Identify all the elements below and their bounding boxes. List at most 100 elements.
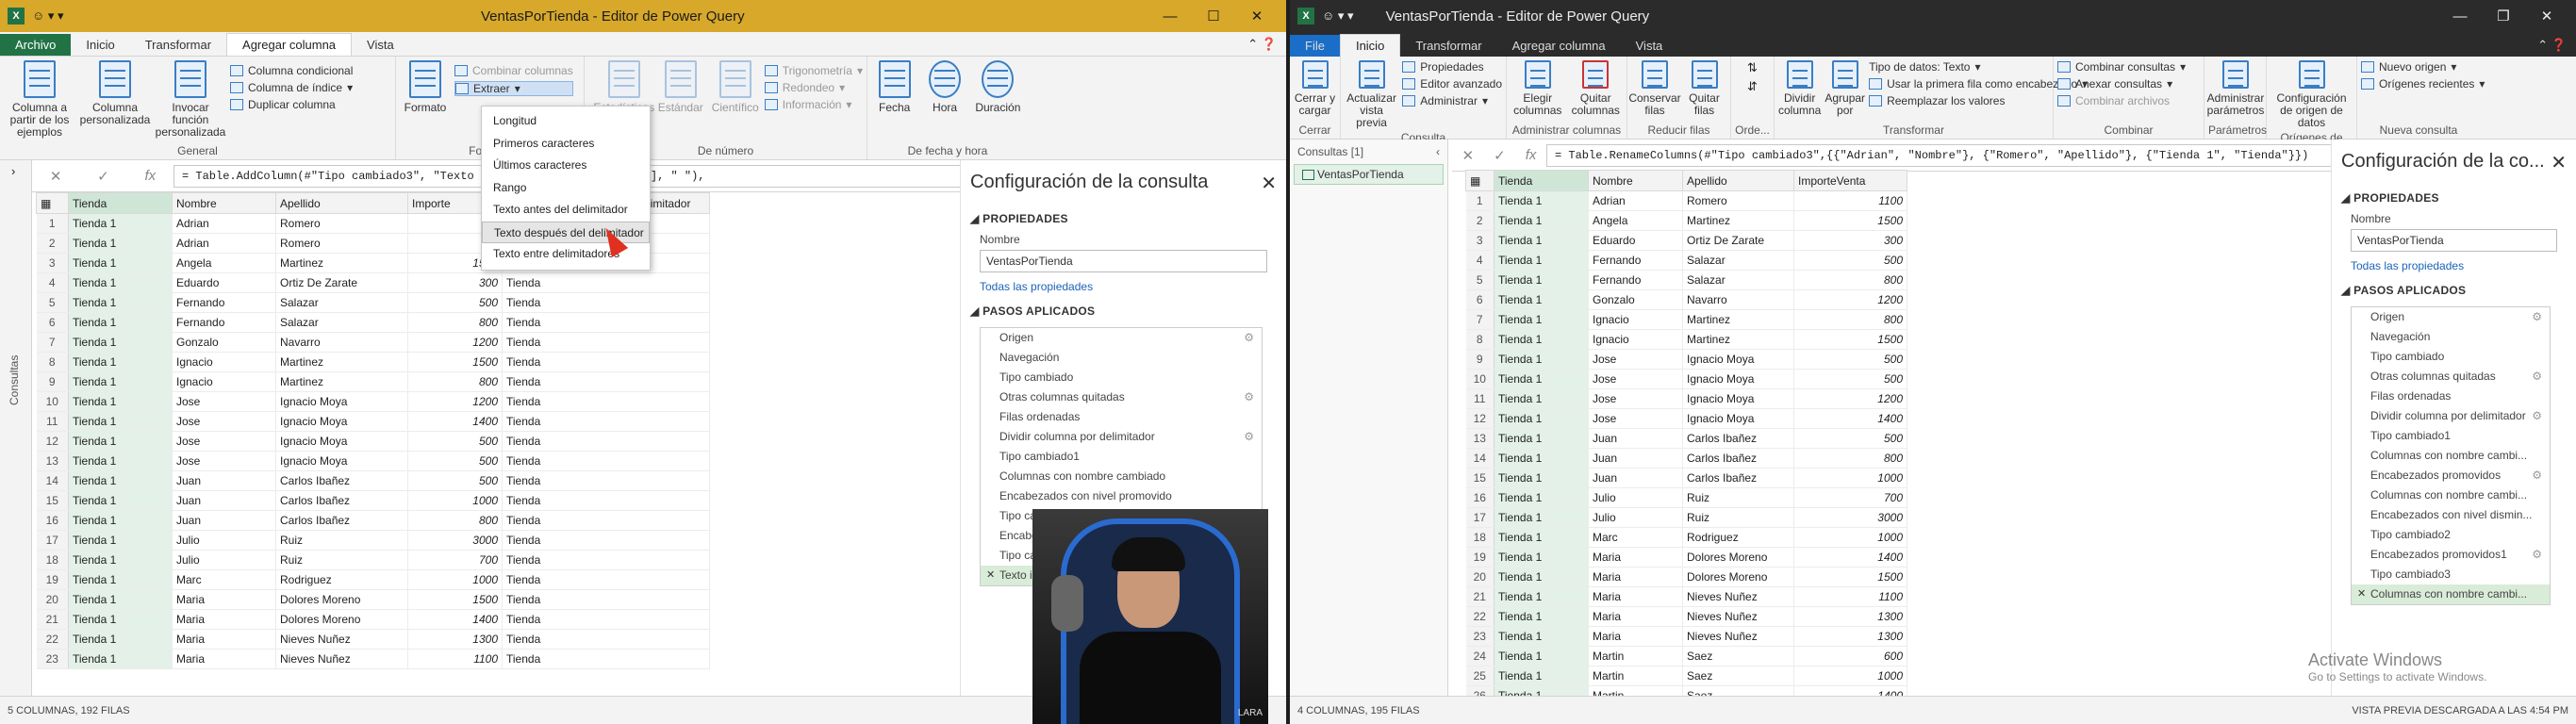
table-cell[interactable]: Nieves Nuñez (1682, 606, 1794, 627)
help-icon[interactable]: ⌃ ❓ (2528, 34, 2576, 57)
table-cell[interactable]: Julio (1588, 507, 1683, 528)
refresh-preview-button[interactable]: Actualizar vista previa (1345, 60, 1398, 129)
confirm-formula-icon[interactable]: ✓ (1494, 147, 1506, 164)
all-properties-link[interactable]: Todas las propiedades (961, 274, 1286, 299)
table-cell[interactable]: 1200 (407, 332, 503, 353)
applied-step[interactable]: Dividir columna por delimitador ⚙ (2352, 406, 2550, 426)
table-cell[interactable]: Marc (172, 569, 276, 590)
keep-rows-button[interactable]: Conservar filas (1628, 60, 1681, 122)
table-cell[interactable]: Tienda 1 (68, 411, 173, 432)
row-number[interactable]: 5 (36, 292, 69, 313)
extract-menu-item[interactable]: Rango (482, 177, 650, 200)
table-cell[interactable]: Tienda 1 (68, 470, 173, 491)
minimize-icon[interactable]: — (2438, 8, 2482, 25)
table-cell[interactable]: Tienda 1 (68, 550, 173, 570)
table-cell[interactable]: Adrian (172, 233, 276, 254)
row-number[interactable]: 8 (1465, 329, 1494, 350)
table-cell[interactable]: Saez (1682, 646, 1794, 666)
table-cell[interactable]: Tienda (502, 312, 710, 333)
row-number[interactable]: 23 (36, 649, 69, 669)
row-number[interactable]: 15 (36, 490, 69, 511)
row-number[interactable]: 22 (1465, 606, 1494, 627)
group-by-button[interactable]: Agrupar por (1825, 60, 1865, 122)
table-cell[interactable]: 1300 (1793, 626, 1907, 647)
merge-columns-button[interactable]: Combinar columnas (454, 64, 573, 77)
table-cell[interactable]: Martinez (275, 371, 408, 392)
table-cell[interactable]: Tienda (502, 510, 710, 531)
row-number[interactable]: 1 (36, 213, 69, 234)
table-cell[interactable]: 1500 (1793, 329, 1907, 350)
row-number[interactable]: 1 (1465, 190, 1494, 211)
row-number[interactable]: 6 (36, 312, 69, 333)
close-settings-icon[interactable]: ✕ (1261, 172, 1277, 195)
table-cell[interactable]: 800 (407, 312, 503, 333)
choose-columns-button[interactable]: Elegir columnas (1511, 60, 1565, 122)
row-number[interactable]: 23 (1465, 626, 1494, 647)
table-cell[interactable]: Tienda 1 (68, 530, 173, 551)
table-cell[interactable]: 500 (407, 431, 503, 452)
table-cell[interactable]: Tienda 1 (1494, 428, 1589, 449)
table-cell[interactable]: Nieves Nuñez (1682, 586, 1794, 607)
table-cell[interactable]: Tienda 1 (1494, 210, 1589, 231)
query-name-input[interactable]: VentasPorTienda (2351, 229, 2557, 252)
table-cell[interactable]: Martinez (1682, 329, 1794, 350)
table-cell[interactable]: Jose (172, 391, 276, 412)
row-number[interactable]: 11 (1465, 388, 1494, 409)
table-cell[interactable]: Salazar (275, 312, 408, 333)
sort-desc-icon[interactable]: ⇵ (1747, 79, 1758, 94)
table-cell[interactable]: Martinez (1682, 309, 1794, 330)
quick-access-icons[interactable]: ☺ ▾ ▾ (1322, 8, 1354, 24)
table-cell[interactable]: Tienda (502, 451, 710, 471)
table-cell[interactable]: Tienda 1 (1494, 567, 1589, 587)
table-cell[interactable]: Nieves Nuñez (275, 629, 408, 650)
row-number[interactable]: 15 (1465, 468, 1494, 488)
table-cell[interactable]: Tienda 1 (68, 451, 173, 471)
table-cell[interactable]: Tienda 1 (1494, 626, 1589, 647)
select-all-cell[interactable]: ▦ (36, 192, 69, 214)
row-number[interactable]: 2 (36, 233, 69, 254)
applied-step[interactable]: Columnas con nombre cambi... (2352, 584, 2550, 604)
table-cell[interactable]: Ignacio (172, 371, 276, 392)
row-number[interactable]: 21 (1465, 586, 1494, 607)
table-cell[interactable]: Dolores Moreno (1682, 567, 1794, 587)
table-cell[interactable]: Gonzalo (172, 332, 276, 353)
row-number[interactable]: 13 (36, 451, 69, 471)
table-cell[interactable]: 700 (407, 550, 503, 570)
table-cell[interactable]: Tienda (502, 352, 710, 372)
applied-step[interactable]: Filas ordenadas (2352, 387, 2550, 406)
table-cell[interactable]: Dolores Moreno (275, 589, 408, 610)
column-header[interactable]: Nombre (1588, 170, 1683, 191)
applied-step[interactable]: Otras columnas quitadas ⚙ (2352, 367, 2550, 387)
applied-step[interactable]: Otras columnas quitadas ⚙ (981, 387, 1262, 407)
row-number[interactable]: 7 (1465, 309, 1494, 330)
table-cell[interactable]: 500 (407, 292, 503, 313)
applied-step[interactable]: Tipo cambiado2 (2352, 525, 2550, 545)
table-cell[interactable]: Jose (1588, 388, 1683, 409)
table-cell[interactable]: Navarro (275, 332, 408, 353)
tab-transformar[interactable]: Transformar (130, 34, 226, 56)
row-number[interactable]: 8 (36, 352, 69, 372)
applied-step[interactable]: Navegación (981, 348, 1262, 368)
applied-step[interactable]: Origen ⚙ (981, 328, 1262, 348)
row-number[interactable]: 14 (1465, 448, 1494, 469)
remove-rows-button[interactable]: Quitar filas (1682, 60, 1726, 122)
row-number[interactable]: 10 (1465, 369, 1494, 389)
tab-file[interactable]: File (1290, 35, 1340, 57)
table-cell[interactable]: Tienda 1 (68, 253, 173, 273)
extract-menu-item[interactable]: Últimos caracteres (482, 155, 650, 177)
row-number[interactable]: 17 (36, 530, 69, 551)
table-cell[interactable]: Juan (1588, 448, 1683, 469)
table-cell[interactable]: Ignacio Moya (1682, 369, 1794, 389)
row-number[interactable]: 5 (1465, 270, 1494, 290)
table-cell[interactable]: 1500 (1793, 567, 1907, 587)
table-cell[interactable]: Tienda 1 (68, 391, 173, 412)
table-cell[interactable]: Rodriguez (1682, 527, 1794, 548)
manage-button[interactable]: Administrar ▾ (1402, 94, 1502, 107)
table-cell[interactable]: Ruiz (1682, 507, 1794, 528)
table-cell[interactable]: Ignacio Moya (1682, 408, 1794, 429)
table-cell[interactable]: 1500 (407, 352, 503, 372)
table-cell[interactable]: Tienda (502, 292, 710, 313)
table-cell[interactable]: Juan (1588, 428, 1683, 449)
table-cell[interactable]: 1400 (407, 609, 503, 630)
table-cell[interactable]: Tienda 1 (68, 629, 173, 650)
